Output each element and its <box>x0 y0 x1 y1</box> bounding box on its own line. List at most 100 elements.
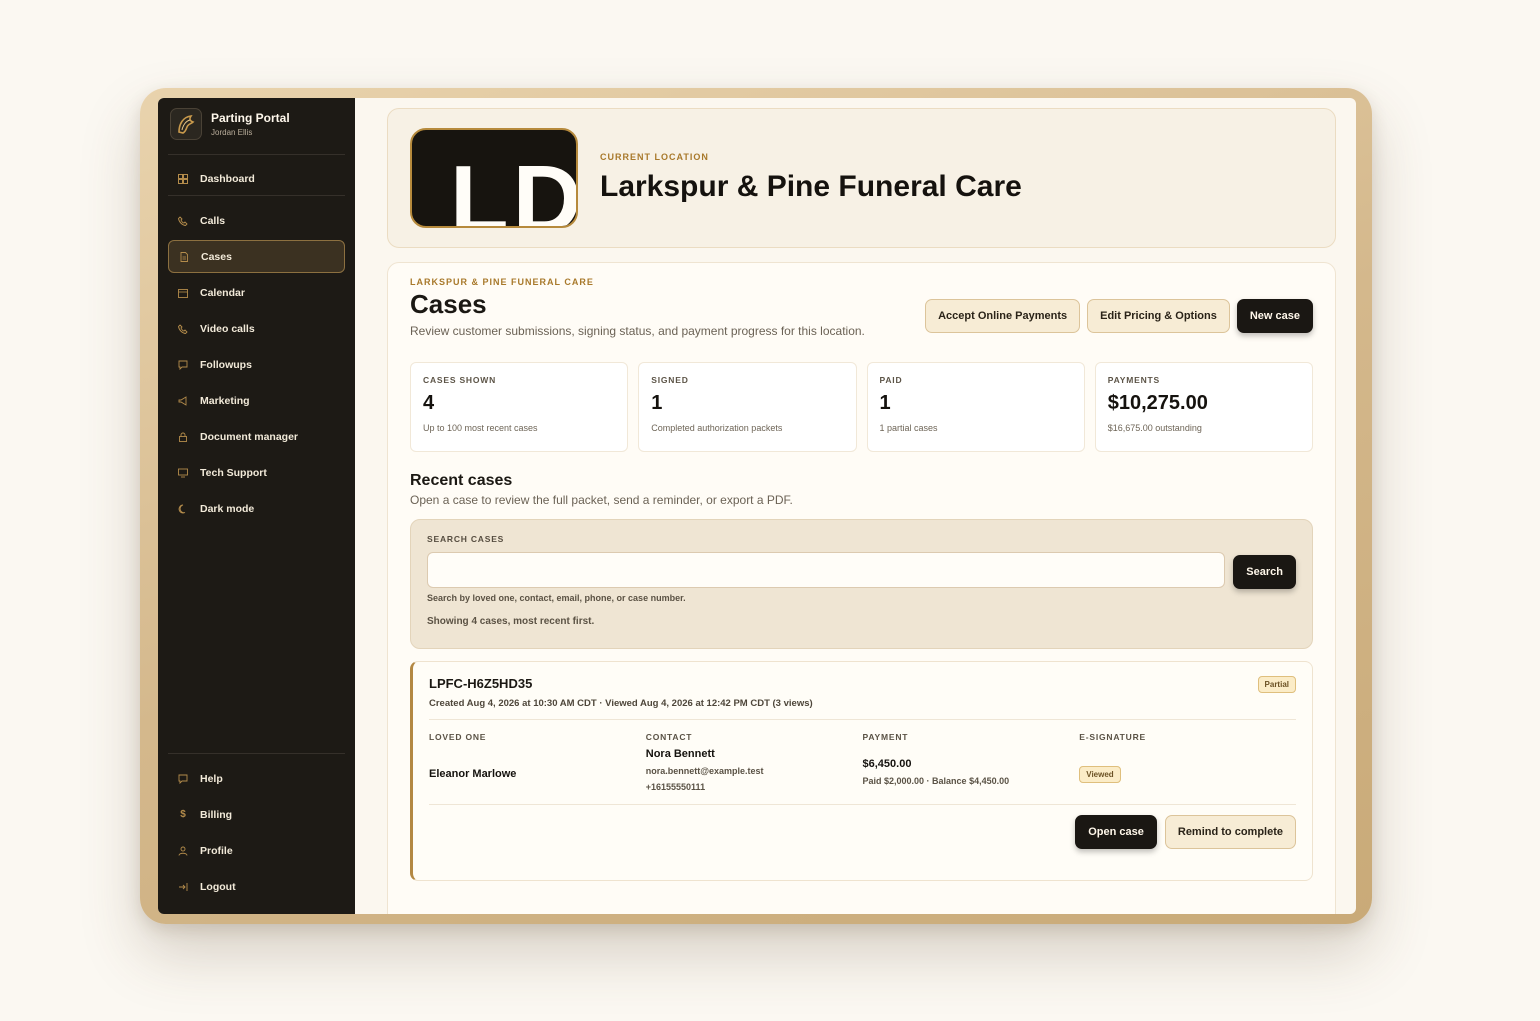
sidebar-item-label: Followups <box>200 358 252 371</box>
loved-one-name: Eleanor Marlowe <box>429 768 517 780</box>
sidebar-nav: Dashboard Calls Cases Calendar Video cal… <box>168 163 345 753</box>
case-card: LPFC-H6Z5HD35 Created Aug 4, 2026 at 10:… <box>410 661 1313 881</box>
location-name: Larkspur & Pine Funeral Care <box>600 170 1022 203</box>
sidebar-item-label: Document manager <box>200 430 299 443</box>
brand-logo <box>170 108 202 140</box>
esignature-column: E-SIGNATURE Viewed <box>1079 732 1296 792</box>
search-field-wrap: Search by loved one, contact, email, pho… <box>427 552 1226 603</box>
search-button[interactable]: Search <box>1233 555 1296 589</box>
file-icon <box>179 251 189 262</box>
payment-total: $6,450.00 <box>862 758 912 770</box>
sidebar-item-profile[interactable]: Profile <box>168 834 345 867</box>
cases-panel: LARKSPUR & PINE FUNERAL CARE Cases Revie… <box>387 262 1336 914</box>
stat-label: SIGNED <box>651 375 689 385</box>
message-icon <box>178 360 188 370</box>
sidebar-item-billing[interactable]: $ Billing <box>168 798 345 831</box>
case-actions: Open case Remind to complete <box>429 815 1296 849</box>
sidebar-item-label: Cases <box>201 250 232 263</box>
grid-icon <box>178 174 188 184</box>
remind-to-complete-button[interactable]: Remind to complete <box>1164 815 1296 849</box>
help-icon <box>178 774 188 784</box>
user-icon <box>178 846 188 856</box>
cases-header: LARKSPUR & PINE FUNERAL CARE Cases Revie… <box>410 277 1313 338</box>
sidebar-item-label: Video calls <box>200 322 255 335</box>
sidebar-item-label: Billing <box>200 808 233 821</box>
status-badge: Partial <box>1257 676 1296 693</box>
contact-phone: +16155550111 <box>645 782 706 792</box>
esignature-label: E-SIGNATURE <box>1079 732 1146 742</box>
loved-one-column: LOVED ONE Eleanor Marlowe <box>429 732 646 792</box>
stat-value: 1 <box>651 392 663 414</box>
horse-logo-icon <box>178 114 195 134</box>
contact-label: CONTACT <box>645 732 693 742</box>
sidebar-bottom: Help $ Billing Profile Logout <box>168 753 345 906</box>
recent-cases-title: Recent cases <box>410 472 513 489</box>
stat-note: Up to 100 most recent cases <box>423 423 538 433</box>
app-screen: Parting Portal Jordan Ellis Dashboard Ca… <box>158 98 1356 914</box>
video-icon <box>178 323 188 334</box>
stat-signed: SIGNED 1 Completed authorization packets <box>638 362 857 452</box>
stat-value: 1 <box>879 392 891 414</box>
payment-label: PAYMENT <box>862 732 909 742</box>
sidebar-item-tech-support[interactable]: Tech Support <box>168 456 345 489</box>
sidebar-item-marketing[interactable]: Marketing <box>168 384 345 417</box>
brand-user: Jordan Ellis <box>211 128 253 137</box>
loved-one-label: LOVED ONE <box>429 732 487 742</box>
sidebar-item-document-manager[interactable]: Document manager <box>168 420 345 453</box>
accept-online-payments-button[interactable]: Accept Online Payments <box>925 299 1081 333</box>
payment-column: PAYMENT $6,450.00 Paid $2,000.00 · Balan… <box>863 732 1080 792</box>
sidebar-item-label: Marketing <box>200 394 250 407</box>
moon-icon <box>178 504 188 514</box>
search-label: SEARCH CASES <box>427 534 505 544</box>
open-case-button[interactable]: Open case <box>1075 815 1157 849</box>
sidebar-item-label: Dark mode <box>200 502 255 515</box>
sidebar-item-help[interactable]: Help <box>168 762 345 795</box>
lock-icon <box>178 432 188 442</box>
page-title: Cases <box>410 289 487 319</box>
sidebar-item-calendar[interactable]: Calendar <box>168 276 345 309</box>
sidebar-item-dark-mode[interactable]: Dark mode <box>168 492 345 525</box>
edit-pricing-button[interactable]: Edit Pricing & Options <box>1087 299 1230 333</box>
location-eyebrow: CURRENT LOCATION <box>600 152 709 162</box>
sidebar-item-label: Help <box>200 772 223 785</box>
dollar-icon: $ <box>180 809 186 820</box>
phone-icon <box>178 215 188 226</box>
payment-detail: Paid $2,000.00 · Balance $4,450.00 <box>862 776 1010 786</box>
stat-value: $10,275.00 <box>1107 392 1208 414</box>
stat-note: Completed authorization packets <box>651 423 783 433</box>
stats-row: CASES SHOWN 4 Up to 100 most recent case… <box>410 362 1313 452</box>
stat-paid: PAID 1 1 partial cases <box>866 362 1085 452</box>
sidebar-item-label: Logout <box>200 880 236 893</box>
logout-icon <box>178 882 188 892</box>
case-meta: Created Aug 4, 2026 at 10:30 AM CDT · Vi… <box>429 698 813 709</box>
monitor-icon <box>178 468 188 478</box>
search-input[interactable] <box>427 552 1226 588</box>
sidebar-item-dashboard[interactable]: Dashboard <box>168 163 345 196</box>
new-case-button[interactable]: New case <box>1236 299 1313 333</box>
search-panel: SEARCH CASES Search by loved one, contac… <box>410 519 1313 649</box>
search-result-count: Showing 4 cases, most recent first. <box>427 616 595 627</box>
sidebar-item-video-calls[interactable]: Video calls <box>168 312 345 345</box>
esignature-status-badge: Viewed <box>1079 766 1121 783</box>
contact-name: Nora Bennett <box>645 748 715 760</box>
sidebar-item-logout[interactable]: Logout <box>168 870 345 903</box>
stat-note: $16,675.00 outstanding <box>1107 423 1202 433</box>
sidebar-item-label: Profile <box>200 844 233 857</box>
case-details: LOVED ONE Eleanor Marlowe CONTACT Nora B… <box>429 719 1296 805</box>
sidebar-item-calls[interactable]: Calls <box>168 204 345 237</box>
cases-eyebrow: LARKSPUR & PINE FUNERAL CARE <box>410 277 594 287</box>
sidebar-item-label: Tech Support <box>200 466 267 479</box>
location-logo: LD <box>410 128 578 228</box>
stat-value: 4 <box>423 392 435 414</box>
location-logo-text: LD <box>450 146 578 228</box>
stat-note: 1 partial cases <box>879 423 938 433</box>
sidebar-item-cases[interactable]: Cases <box>168 240 345 273</box>
sidebar-item-label: Calendar <box>200 286 245 299</box>
sidebar-item-followups[interactable]: Followups <box>168 348 345 381</box>
recent-cases-subtitle: Open a case to review the full packet, s… <box>410 493 793 507</box>
location-header: LD CURRENT LOCATION Larkspur & Pine Fune… <box>387 108 1336 248</box>
sidebar: Parting Portal Jordan Ellis Dashboard Ca… <box>158 98 355 914</box>
brand-name: Parting Portal <box>211 111 290 125</box>
search-row: Search by loved one, contact, email, pho… <box>427 552 1296 603</box>
page-subtitle: Review customer submissions, signing sta… <box>410 324 865 338</box>
